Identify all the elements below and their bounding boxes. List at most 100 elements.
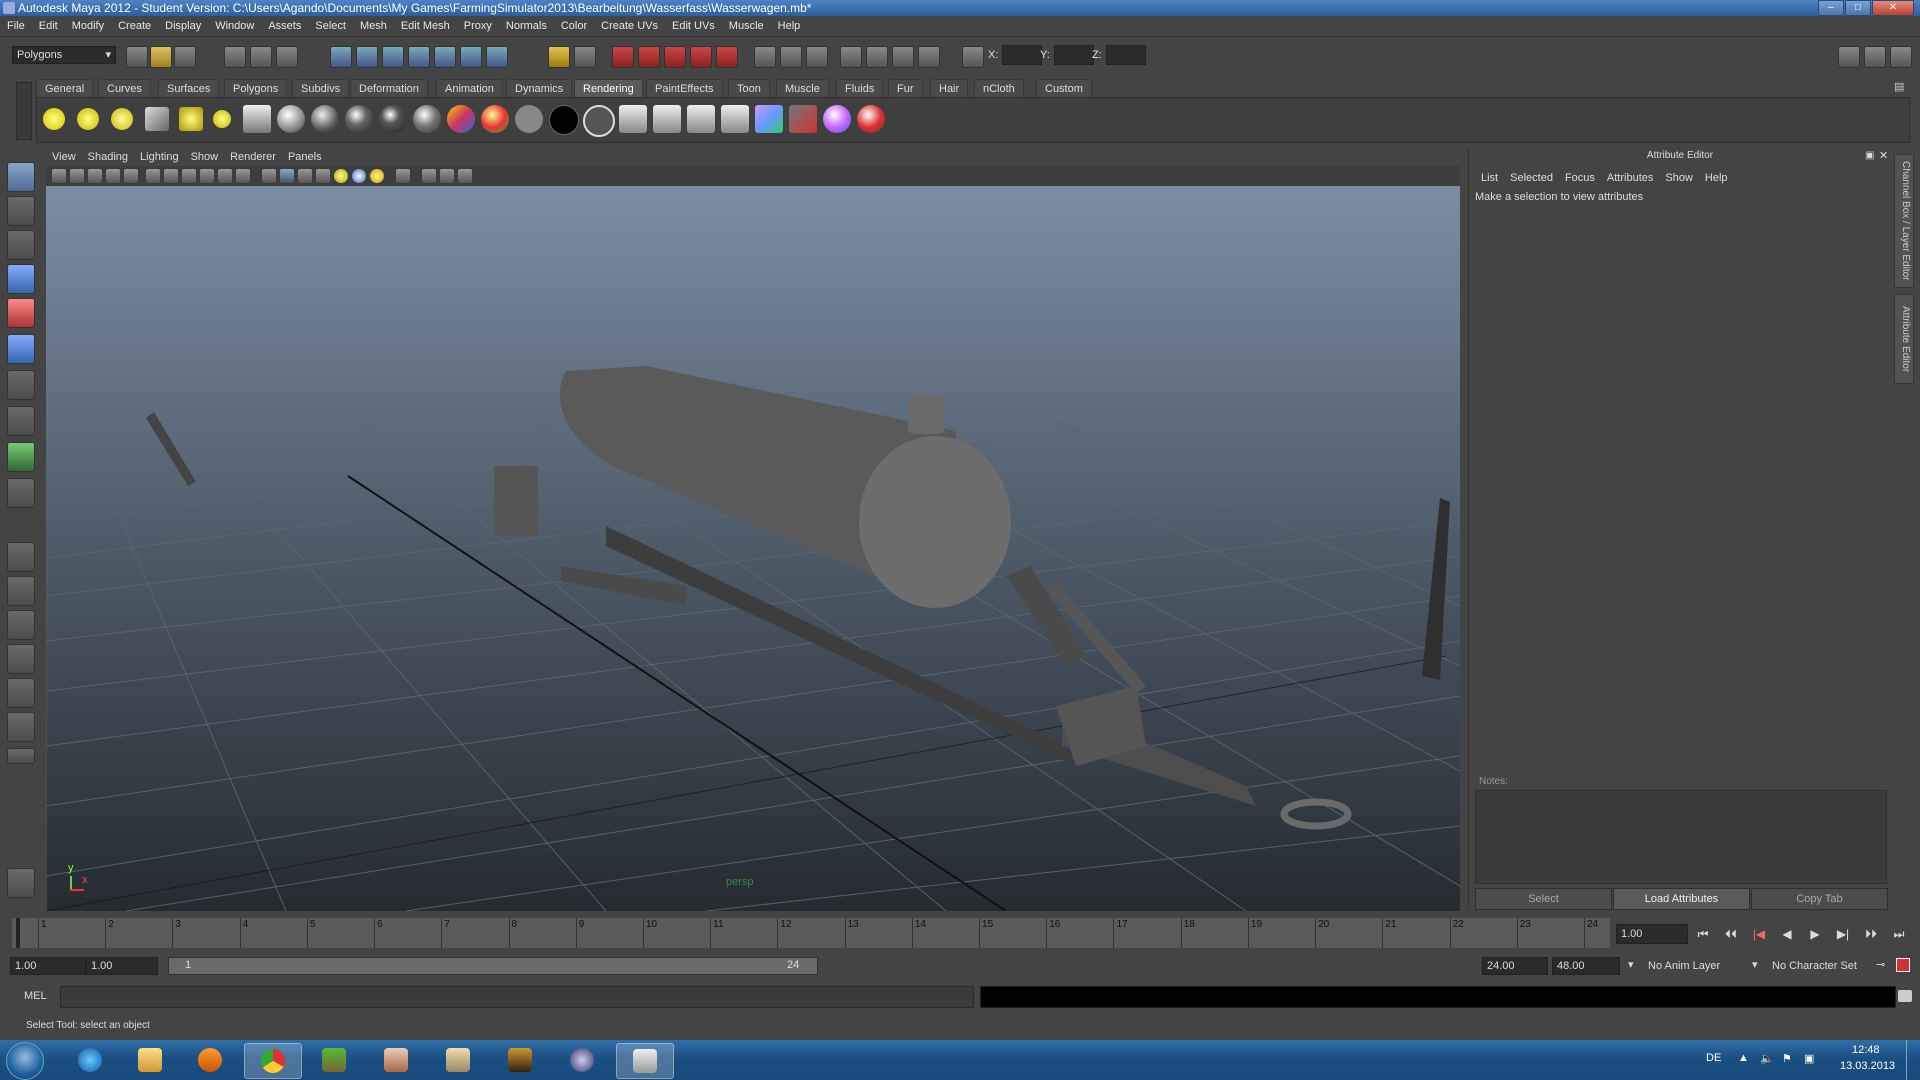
render-view-toolbar-icon[interactable] [716, 46, 738, 68]
bookmark-icon[interactable] [88, 169, 102, 183]
tow-rod-part[interactable] [146, 412, 196, 486]
show-manipulator-icon[interactable] [7, 442, 35, 472]
input-output-icon[interactable] [574, 46, 596, 68]
panel-menu-shading[interactable]: Shading [82, 148, 134, 166]
render-settings-toolbar-icon[interactable] [664, 46, 686, 68]
layout-menu-icon[interactable] [7, 748, 35, 764]
hypershade-layout-icon[interactable] [7, 678, 35, 708]
ipr-icon[interactable] [638, 46, 660, 68]
menu-window[interactable]: Window [208, 16, 261, 36]
film-gate-icon[interactable] [164, 169, 178, 183]
character-set-dropdown[interactable]: No Character Set [1772, 960, 1857, 972]
start-time-field[interactable]: 1.00 [10, 957, 86, 975]
game-icon-2[interactable] [430, 1043, 486, 1077]
safe-action-icon[interactable] [236, 169, 250, 183]
smooth-shade-icon[interactable] [280, 169, 294, 183]
field-chart-icon[interactable] [218, 169, 232, 183]
modeling-toolkit-icon[interactable] [754, 46, 776, 68]
panel-menu-renderer[interactable]: Renderer [224, 148, 282, 166]
graph-layout-icon[interactable] [7, 712, 35, 742]
tab-attribute-editor[interactable]: Attribute Editor [1894, 294, 1914, 384]
float-panel-icon[interactable]: ▣ [1865, 150, 1874, 161]
shelf-menu-handle[interactable] [16, 82, 32, 140]
close-button[interactable]: ✕ [1872, 0, 1914, 16]
tab-animation[interactable]: Animation [436, 79, 503, 98]
transform-input-icon[interactable] [962, 46, 984, 68]
menu-assets[interactable]: Assets [261, 16, 308, 36]
select-object-icon[interactable] [250, 46, 272, 68]
menu-edit-uvs[interactable]: Edit UVs [665, 16, 722, 36]
play-forward-icon[interactable]: ▶ [1804, 924, 1826, 944]
toggle-tool-settings-icon[interactable] [1864, 46, 1886, 68]
gate-mask-icon[interactable] [200, 169, 214, 183]
four-view-layout-icon[interactable] [7, 576, 35, 606]
minecraft-icon[interactable] [306, 1043, 362, 1077]
menu-edit-mesh[interactable]: Edit Mesh [394, 16, 457, 36]
render-view-icon[interactable] [653, 105, 681, 133]
paint-tool-icon[interactable] [857, 105, 885, 133]
snap-surface-icon[interactable] [434, 46, 456, 68]
render-settings-icon[interactable] [243, 105, 271, 133]
menu-create[interactable]: Create [111, 16, 158, 36]
media-player-icon[interactable] [182, 1043, 238, 1077]
outliner-icon[interactable] [806, 46, 828, 68]
menu-color[interactable]: Color [554, 16, 594, 36]
game-icon-3[interactable] [492, 1043, 548, 1077]
isolate-select-icon[interactable] [396, 169, 410, 183]
tab-deformation[interactable]: Deformation [350, 79, 428, 98]
ramp-shader-icon[interactable] [481, 105, 509, 133]
tab-hair[interactable]: Hair [930, 79, 969, 98]
tab-polygons[interactable]: Polygons [224, 79, 288, 98]
step-back-key-icon[interactable]: ⏴⏴ [1720, 924, 1742, 944]
perspective-viewport[interactable]: persp y x [46, 186, 1460, 911]
menu-muscle[interactable]: Muscle [722, 16, 771, 36]
tab-channel-box[interactable]: Channel Box / Layer Editor [1894, 154, 1914, 288]
unreal-icon[interactable] [554, 1043, 610, 1077]
volume-light-icon[interactable] [213, 110, 231, 128]
menu-set-dropdown[interactable]: Polygons ▾ [12, 46, 116, 64]
menu-help[interactable]: Help [771, 16, 808, 36]
menu-create-uvs[interactable]: Create UVs [594, 16, 665, 36]
tab-ncloth[interactable]: nCloth [974, 79, 1024, 98]
new-scene-icon[interactable] [126, 46, 148, 68]
game-icon-1[interactable] [368, 1043, 424, 1077]
history-icon[interactable] [548, 46, 570, 68]
tab-rendering[interactable]: Rendering [574, 79, 643, 98]
question-icon[interactable] [486, 46, 508, 68]
clock-time[interactable]: 12:48 [1852, 1044, 1880, 1056]
tab-muscle[interactable]: Muscle [776, 79, 829, 98]
show-hidden-icons-icon[interactable]: ▲ [1738, 1052, 1749, 1064]
viewport-scene[interactable] [46, 186, 1460, 911]
ae-menu-focus[interactable]: Focus [1559, 170, 1601, 186]
current-time-marker[interactable] [16, 918, 20, 948]
select-hierarchy-icon[interactable] [224, 46, 246, 68]
ae-menu-attributes[interactable]: Attributes [1601, 170, 1659, 186]
wireframe-icon[interactable] [262, 169, 276, 183]
blinn-icon[interactable] [345, 105, 373, 133]
menu-file[interactable]: File [0, 16, 32, 36]
tab-painteffects[interactable]: PaintEffects [646, 79, 723, 98]
ae-select-button[interactable]: Select [1475, 888, 1612, 910]
sphere-render-icon[interactable] [277, 105, 305, 133]
wireframe-on-shaded-icon[interactable] [298, 169, 312, 183]
menu-display[interactable]: Display [158, 16, 208, 36]
menu-normals[interactable]: Normals [499, 16, 554, 36]
minimize-button[interactable]: – [1818, 0, 1844, 16]
resolution-gate-icon[interactable] [182, 169, 196, 183]
z-field[interactable] [1106, 45, 1146, 65]
copy-tab-button[interactable]: Copy Tab [1751, 888, 1888, 910]
action-center-flag-icon[interactable]: ⚑ [1782, 1052, 1792, 1065]
play-backward-icon[interactable]: ◀ [1776, 924, 1798, 944]
end-time-field[interactable]: 48.00 [1552, 957, 1620, 975]
area-light-icon[interactable] [179, 107, 203, 131]
clock-date[interactable]: 13.03.2013 [1840, 1060, 1895, 1072]
phonge-icon[interactable] [413, 105, 441, 133]
lambert-icon[interactable] [311, 105, 339, 133]
shelf-options-icon[interactable]: ▤ [1894, 80, 1906, 94]
chrome-icon[interactable] [244, 1043, 302, 1079]
snap-point-icon[interactable] [382, 46, 404, 68]
node-editor-icon[interactable] [780, 46, 802, 68]
volume-icon[interactable]: 🔈 [1760, 1052, 1774, 1065]
spot-light-icon[interactable] [145, 107, 169, 131]
ambient-light-icon[interactable] [43, 108, 65, 130]
